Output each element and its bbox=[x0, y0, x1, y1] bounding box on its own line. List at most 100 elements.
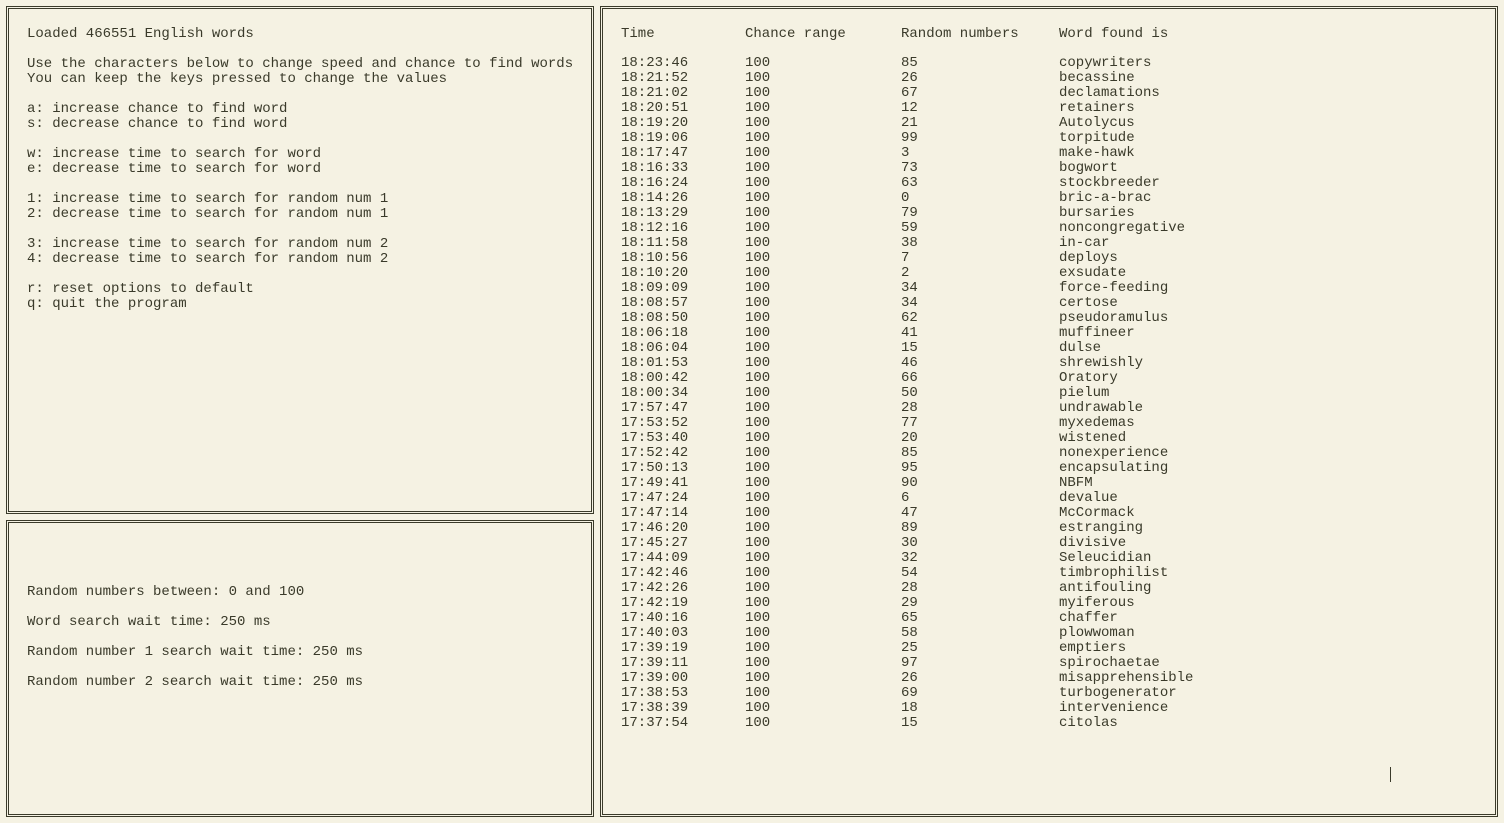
log-cell-time: 18:10:20 bbox=[621, 266, 745, 281]
log-cell-chance: 100 bbox=[745, 281, 901, 296]
log-cell-random: 21 bbox=[901, 116, 1059, 131]
log-cell-random: 12 bbox=[901, 101, 1059, 116]
log-cell-word: plowwoman bbox=[1059, 626, 1477, 641]
log-cell-time: 17:47:24 bbox=[621, 491, 745, 506]
log-cell-time: 18:16:33 bbox=[621, 161, 745, 176]
log-cell-time: 17:49:41 bbox=[621, 476, 745, 491]
log-cell-chance: 100 bbox=[745, 701, 901, 716]
log-cell-word: make-hawk bbox=[1059, 146, 1477, 161]
keybinding-line: 1: increase time to search for random nu… bbox=[27, 192, 573, 207]
log-row: 18:19:0610099torpitude bbox=[621, 131, 1477, 146]
log-cell-time: 17:57:47 bbox=[621, 401, 745, 416]
keybinding-line: 2: decrease time to search for random nu… bbox=[27, 207, 573, 222]
app-root: Loaded 466551 English words Use the char… bbox=[0, 0, 1504, 823]
log-cell-word: bursaries bbox=[1059, 206, 1477, 221]
log-cell-random: 18 bbox=[901, 701, 1059, 716]
log-cell-time: 17:42:46 bbox=[621, 566, 745, 581]
log-cell-chance: 100 bbox=[745, 506, 901, 521]
log-cell-chance: 100 bbox=[745, 296, 901, 311]
log-cell-random: 85 bbox=[901, 56, 1059, 71]
status-panel: Random numbers between: 0 and 100 Word s… bbox=[6, 520, 594, 817]
log-cell-time: 17:37:54 bbox=[621, 716, 745, 731]
cursor-icon bbox=[1390, 767, 1391, 782]
log-cell-chance: 100 bbox=[745, 251, 901, 266]
log-row: 17:49:4110090NBFM bbox=[621, 476, 1477, 491]
status-random-range: Random numbers between: 0 and 100 bbox=[27, 585, 573, 600]
log-cell-random: 28 bbox=[901, 581, 1059, 596]
log-cell-time: 18:08:50 bbox=[621, 311, 745, 326]
log-cell-chance: 100 bbox=[745, 71, 901, 86]
log-cell-chance: 100 bbox=[745, 491, 901, 506]
log-cell-time: 17:39:00 bbox=[621, 671, 745, 686]
log-cell-random: 7 bbox=[901, 251, 1059, 266]
log-cell-chance: 100 bbox=[745, 371, 901, 386]
log-cell-random: 62 bbox=[901, 311, 1059, 326]
log-cell-time: 17:42:19 bbox=[621, 596, 745, 611]
log-cell-chance: 100 bbox=[745, 581, 901, 596]
log-row: 17:47:1410047McCormack bbox=[621, 506, 1477, 521]
log-cell-word: torpitude bbox=[1059, 131, 1477, 146]
log-cell-chance: 100 bbox=[745, 386, 901, 401]
log-cell-time: 17:50:13 bbox=[621, 461, 745, 476]
log-cell-word: exsudate bbox=[1059, 266, 1477, 281]
log-cell-word: timbrophilist bbox=[1059, 566, 1477, 581]
log-cell-random: 20 bbox=[901, 431, 1059, 446]
keybinding-line: 3: increase time to search for random nu… bbox=[27, 237, 573, 252]
log-row: 17:39:1910025emptiers bbox=[621, 641, 1477, 656]
keybinding-line: a: increase chance to find word bbox=[27, 102, 573, 117]
log-cell-chance: 100 bbox=[745, 566, 901, 581]
log-cell-random: 6 bbox=[901, 491, 1059, 506]
log-row: 18:23:4610085copywriters bbox=[621, 56, 1477, 71]
log-row: 18:21:0210067declamations bbox=[621, 86, 1477, 101]
log-row: 18:16:3310073bogwort bbox=[621, 161, 1477, 176]
log-cell-time: 18:23:46 bbox=[621, 56, 745, 71]
log-cell-time: 18:16:24 bbox=[621, 176, 745, 191]
log-cell-random: 46 bbox=[901, 356, 1059, 371]
log-cell-time: 18:09:09 bbox=[621, 281, 745, 296]
log-row: 17:52:4210085nonexperience bbox=[621, 446, 1477, 461]
log-cell-random: 67 bbox=[901, 86, 1059, 101]
log-cell-word: bogwort bbox=[1059, 161, 1477, 176]
log-cell-random: 2 bbox=[901, 266, 1059, 281]
log-cell-word: muffineer bbox=[1059, 326, 1477, 341]
log-cell-word: chaffer bbox=[1059, 611, 1477, 626]
log-cell-word: becassine bbox=[1059, 71, 1477, 86]
log-cell-time: 18:06:04 bbox=[621, 341, 745, 356]
log-cell-chance: 100 bbox=[745, 641, 901, 656]
log-cell-word: myxedemas bbox=[1059, 416, 1477, 431]
log-row: 17:38:5310069turbogenerator bbox=[621, 686, 1477, 701]
log-panel: Time Chance range Random numbers Word fo… bbox=[600, 6, 1498, 817]
help-intro: You can keep the keys pressed to change … bbox=[27, 72, 573, 87]
log-row: 18:00:3410050pielum bbox=[621, 386, 1477, 401]
log-cell-chance: 100 bbox=[745, 431, 901, 446]
log-cell-word: dulse bbox=[1059, 341, 1477, 356]
log-cell-time: 18:12:16 bbox=[621, 221, 745, 236]
log-cell-time: 18:21:52 bbox=[621, 71, 745, 86]
log-header-row: Time Chance range Random numbers Word fo… bbox=[621, 27, 1477, 42]
log-body: 18:23:4610085copywriters18:21:5210026bec… bbox=[621, 42, 1477, 731]
log-cell-chance: 100 bbox=[745, 521, 901, 536]
log-cell-chance: 100 bbox=[745, 686, 901, 701]
status-word-wait: Word search wait time: 250 ms bbox=[27, 615, 573, 630]
log-row: 17:39:0010026misapprehensible bbox=[621, 671, 1477, 686]
log-cell-word: Seleucidian bbox=[1059, 551, 1477, 566]
log-cell-random: 58 bbox=[901, 626, 1059, 641]
keybinding-line: e: decrease time to search for word bbox=[27, 162, 573, 177]
log-cell-word: in-car bbox=[1059, 236, 1477, 251]
log-cell-time: 18:14:26 bbox=[621, 191, 745, 206]
log-cell-random: 32 bbox=[901, 551, 1059, 566]
log-cell-word: noncongregative bbox=[1059, 221, 1477, 236]
log-cell-chance: 100 bbox=[745, 536, 901, 551]
left-column: Loaded 466551 English words Use the char… bbox=[6, 6, 594, 817]
log-cell-chance: 100 bbox=[745, 206, 901, 221]
log-row: 18:12:1610059noncongregative bbox=[621, 221, 1477, 236]
log-row: 17:39:1110097spirochaetae bbox=[621, 656, 1477, 671]
log-row: 18:09:0910034force-feeding bbox=[621, 281, 1477, 296]
log-cell-time: 17:53:40 bbox=[621, 431, 745, 446]
log-row: 18:17:471003make-hawk bbox=[621, 146, 1477, 161]
help-intro: Use the characters below to change speed… bbox=[27, 57, 573, 72]
log-cell-chance: 100 bbox=[745, 341, 901, 356]
log-cell-random: 28 bbox=[901, 401, 1059, 416]
log-cell-chance: 100 bbox=[745, 161, 901, 176]
right-column: Time Chance range Random numbers Word fo… bbox=[600, 6, 1498, 817]
